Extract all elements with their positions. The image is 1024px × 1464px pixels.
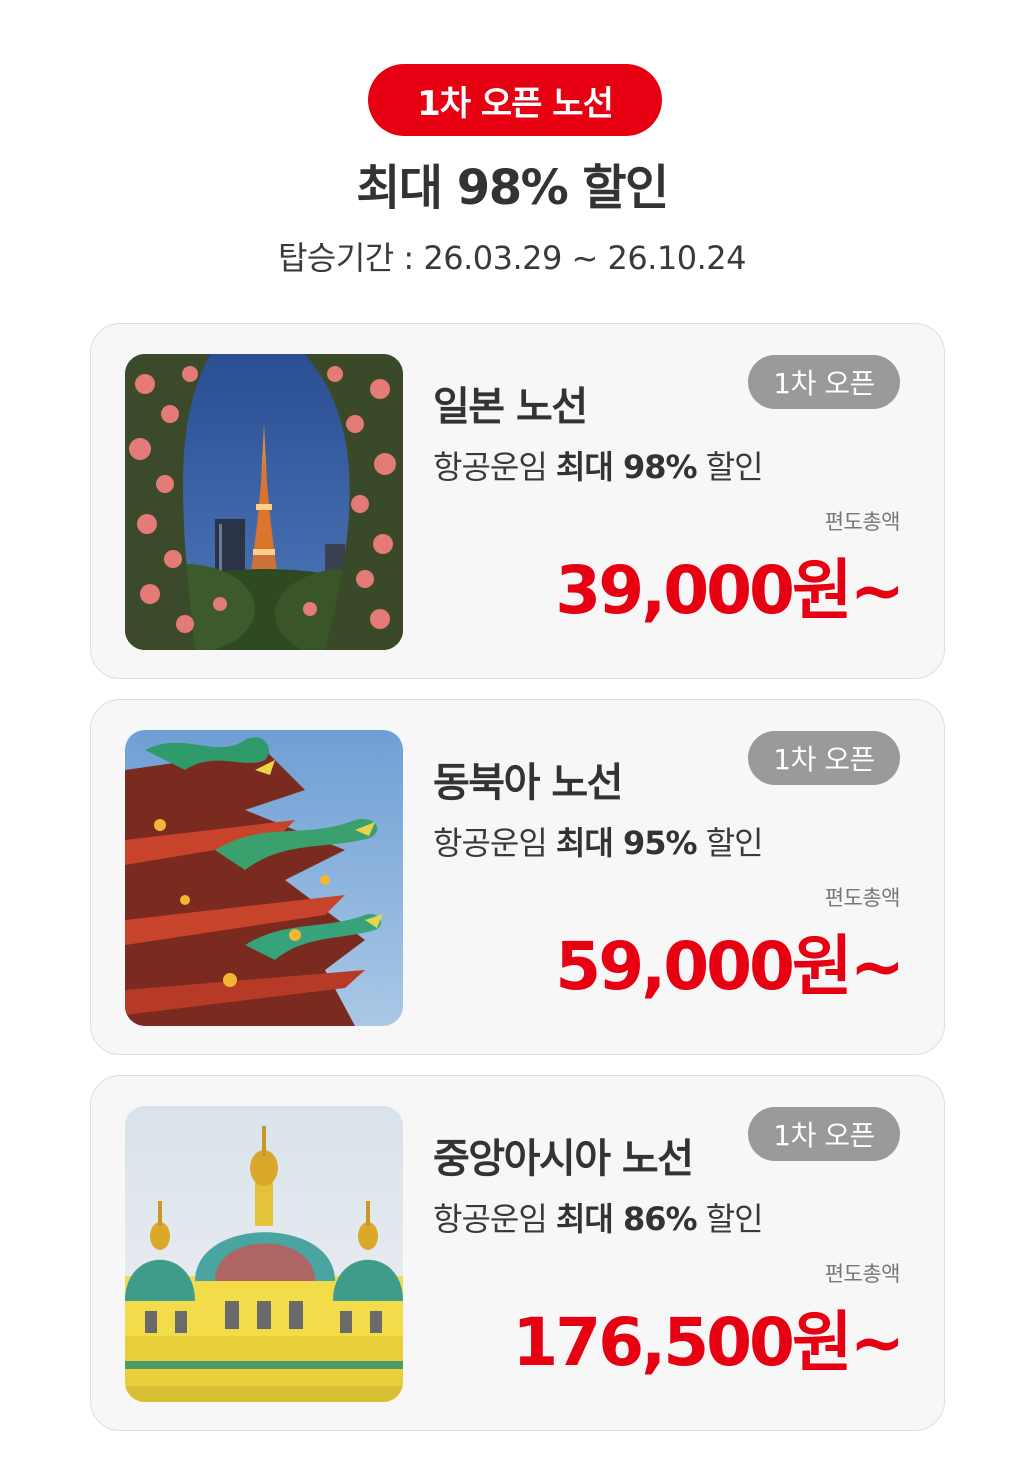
one-way-total-label: 편도총액 (824, 1262, 901, 1286)
fare-suffix: 할인 (696, 1200, 764, 1238)
first-open-badge: 1차 오픈 (748, 355, 900, 409)
route-card-central-asia[interactable]: 1차 오픈 중앙아시아 노선 항공운임 최대 86% 할인 편도총액 176,5… (90, 1075, 945, 1431)
temple-dragon-roof-image (125, 730, 403, 1026)
tokyo-tower-roses-image (125, 354, 403, 650)
fare-prefix: 항공운임 (433, 1200, 556, 1238)
route-price: 59,000원~ (555, 928, 905, 1005)
boarding-period: 탑승기간 : 26.03.29 ~ 26.10.24 (277, 239, 747, 277)
open-route-badge: 1차 오픈 노선 (368, 64, 662, 136)
fare-suffix: 할인 (696, 824, 764, 862)
one-way-total-label: 편도총액 (824, 886, 901, 910)
fare-discount: 항공운임 최대 86% 할인 (433, 1194, 764, 1240)
fare-max-discount: 최대 98% (555, 448, 698, 486)
one-way-total-label: 편도총액 (824, 510, 901, 534)
fare-suffix: 할인 (696, 448, 764, 486)
route-price: 176,500원~ (512, 1304, 905, 1381)
route-card-japan[interactable]: 1차 오픈 일본 노선 항공운임 최대 98% 할인 편도총액 39,000원~ (90, 323, 945, 679)
route-card-northeast-asia[interactable]: 1차 오픈 동북아 노선 항공운임 최대 95% 할인 편도총액 59,000원… (90, 699, 945, 1055)
fare-discount: 항공운임 최대 95% 할인 (433, 818, 764, 864)
first-open-badge: 1차 오픈 (748, 731, 900, 785)
fare-max-discount: 최대 86% (555, 1200, 698, 1238)
fare-max-discount: 최대 95% (555, 824, 698, 862)
fare-prefix: 항공운임 (433, 824, 556, 862)
route-title: 일본 노선 (433, 384, 588, 430)
route-title: 중앙아시아 노선 (433, 1136, 694, 1182)
cathedral-domes-image (125, 1106, 403, 1402)
fare-discount: 항공운임 최대 98% 할인 (433, 442, 764, 488)
route-title: 동북아 노선 (433, 760, 623, 806)
route-price: 39,000원~ (555, 552, 905, 629)
first-open-badge: 1차 오픈 (748, 1107, 900, 1161)
discount-headline: 최대 98% 할인 (356, 160, 669, 216)
promo-page: 1차 오픈 노선 최대 98% 할인 탑승기간 : 26.03.29 ~ 26.… (0, 0, 1024, 1464)
fare-prefix: 항공운임 (433, 448, 556, 486)
